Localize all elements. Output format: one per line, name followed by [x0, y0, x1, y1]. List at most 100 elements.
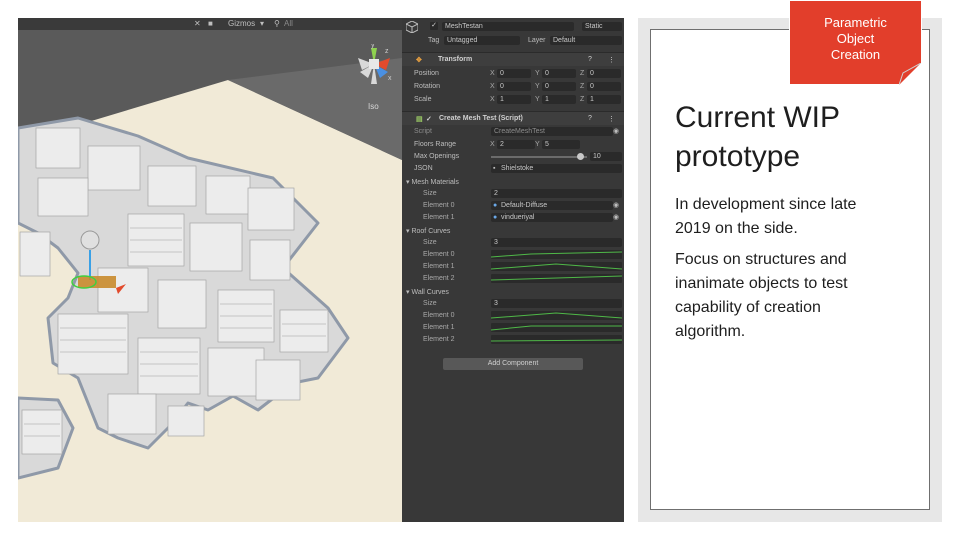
wall-curve-1[interactable]: [490, 323, 622, 332]
section-badge-text: Parametric Object Creation: [824, 15, 887, 62]
element1-target-icon[interactable]: ◉: [613, 213, 619, 221]
position-label: Position: [414, 70, 439, 77]
target-icon[interactable]: ◉: [613, 127, 619, 135]
script-title: Create Mesh Test (Script): [439, 115, 523, 122]
scale-x-field[interactable]: 1: [497, 95, 531, 104]
rotation-z-axis: Z: [580, 83, 585, 90]
mesh-size-field[interactable]: 2: [491, 189, 622, 198]
slide-paragraph-2: Focus on structures and inanimate object…: [675, 251, 848, 340]
search-icon: ⚲: [274, 19, 280, 28]
scale-y-axis: Y: [535, 96, 540, 103]
wall-curve-0[interactable]: [490, 311, 623, 320]
transform-title: Transform: [438, 56, 473, 63]
view-mode-label[interactable]: Iso: [368, 102, 379, 111]
max-openings-field[interactable]: 10: [590, 152, 622, 161]
wall-curves-foldout[interactable]: ▾ Wall Curves: [406, 288, 449, 296]
mesh-size-label: Size: [423, 190, 437, 197]
help-icon[interactable]: ?: [588, 56, 592, 63]
transform-icon: ✥: [416, 57, 422, 64]
rotation-y-field[interactable]: 0: [542, 82, 576, 91]
mesh-element0-label: Element 0: [423, 202, 455, 209]
material-icon: ●: [493, 202, 498, 209]
scene-render[interactable]: [18, 18, 402, 522]
json-label: JSON: [414, 165, 433, 172]
json-field[interactable]: Shielstoke: [491, 164, 622, 173]
script-label: Script: [414, 128, 432, 135]
roof-element1-label: Element 1: [423, 263, 455, 270]
script-enabled-checkbox[interactable]: ✓: [426, 115, 432, 123]
json-file-icon: ▪: [493, 165, 496, 172]
camera-icon[interactable]: ■: [208, 19, 213, 28]
roof-curve-0[interactable]: [490, 250, 623, 259]
scene-search-input[interactable]: All: [284, 19, 293, 28]
position-z-axis: Z: [580, 70, 585, 77]
gizmos-dropdown[interactable]: Gizmos: [228, 19, 255, 28]
element0-target-icon[interactable]: ◉: [613, 201, 619, 209]
roof-element2-label: Element 2: [423, 275, 455, 282]
position-y-field[interactable]: 0: [542, 69, 576, 78]
script-settings-icon[interactable]: ⋮: [608, 115, 615, 123]
gizmo-y-label: y: [371, 44, 375, 49]
max-openings-label: Max Openings: [414, 153, 460, 160]
roof-size-field[interactable]: 3: [491, 238, 622, 247]
position-x-axis: X: [490, 70, 495, 77]
tag-label: Tag: [428, 37, 440, 44]
rotation-x-axis: X: [490, 83, 495, 90]
script-help-icon[interactable]: ?: [588, 115, 592, 122]
tools-icon[interactable]: ✕: [194, 19, 201, 28]
scale-x-axis: X: [490, 96, 495, 103]
scale-label: Scale: [414, 96, 432, 103]
rotation-y-axis: Y: [535, 83, 540, 90]
wall-size-label: Size: [423, 300, 437, 307]
gizmo-z-label: z: [385, 48, 389, 55]
gizmo-x-label: x: [388, 75, 392, 82]
roof-curves-foldout[interactable]: ▾ Roof Curves: [406, 227, 450, 235]
roof-curves-label: Roof Curves: [411, 228, 451, 235]
roof-curve-1[interactable]: [490, 262, 623, 271]
mesh-materials-foldout[interactable]: ▾ Mesh Materials: [406, 178, 459, 186]
scale-y-field[interactable]: 1: [542, 95, 576, 104]
wall-element0-label: Element 0: [423, 312, 455, 319]
roof-size-label: Size: [423, 239, 437, 246]
rotation-x-field[interactable]: 0: [497, 82, 531, 91]
active-checkbox[interactable]: ✓: [430, 22, 438, 30]
script-header[interactable]: ▤ ✓ Create Mesh Test (Script) ? ⋮: [402, 111, 624, 125]
scene-view[interactable]: ✕ ■ Gizmos ▾ ⚲ All y z x Iso: [18, 18, 402, 522]
scene-toolbar: ✕ ■ Gizmos ▾ ⚲ All: [18, 18, 402, 30]
position-z-field[interactable]: 0: [587, 69, 621, 78]
mesh-element0-field[interactable]: Default-Diffuse: [491, 201, 613, 210]
mesh-element1-field[interactable]: vindueriyal: [491, 213, 613, 222]
settings-icon[interactable]: ⋮: [608, 56, 615, 64]
mesh-materials-label: Mesh Materials: [411, 179, 459, 186]
scale-z-field[interactable]: 1: [587, 95, 621, 104]
rotation-z-field[interactable]: 0: [587, 82, 621, 91]
roof-element0-label: Element 0: [423, 251, 455, 258]
wall-element1-label: Element 1: [423, 324, 455, 331]
transform-header[interactable]: ✥ Transform ? ⋮: [402, 52, 624, 66]
position-x-field[interactable]: 0: [497, 69, 531, 78]
max-openings-slider[interactable]: [491, 153, 587, 160]
position-y-axis: Y: [535, 70, 540, 77]
roof-curve-2[interactable]: [490, 274, 623, 283]
layer-label: Layer: [528, 37, 546, 44]
add-component-button[interactable]: Add Component: [443, 358, 583, 370]
slider-thumb[interactable]: [577, 153, 585, 160]
wall-curve-2[interactable]: [490, 335, 623, 344]
floors-y-axis: Y: [535, 141, 540, 148]
wall-size-field[interactable]: 3: [491, 299, 622, 308]
rotation-label: Rotation: [414, 83, 441, 90]
script-file-icon: ▤: [416, 116, 423, 123]
static-toggle[interactable]: Static: [582, 22, 622, 31]
floors-x-field[interactable]: 2: [497, 140, 535, 149]
layer-dropdown[interactable]: Default: [550, 36, 622, 45]
mesh-element1-label: Element 1: [423, 214, 455, 221]
page-fold-icon: [899, 63, 921, 85]
script-field: CreateMeshTest: [491, 127, 613, 136]
inspector-panel: ✓ MeshTestan Static Tag Untagged Layer D…: [402, 18, 624, 522]
object-name-field[interactable]: MeshTestan: [442, 22, 574, 31]
material-icon-2: ●: [493, 214, 498, 221]
gizmos-chevron-icon[interactable]: ▾: [260, 19, 264, 28]
slide-title: Current WIP prototype: [675, 101, 841, 173]
tag-dropdown[interactable]: Untagged: [444, 36, 520, 45]
floors-y-field[interactable]: 5: [542, 140, 580, 149]
